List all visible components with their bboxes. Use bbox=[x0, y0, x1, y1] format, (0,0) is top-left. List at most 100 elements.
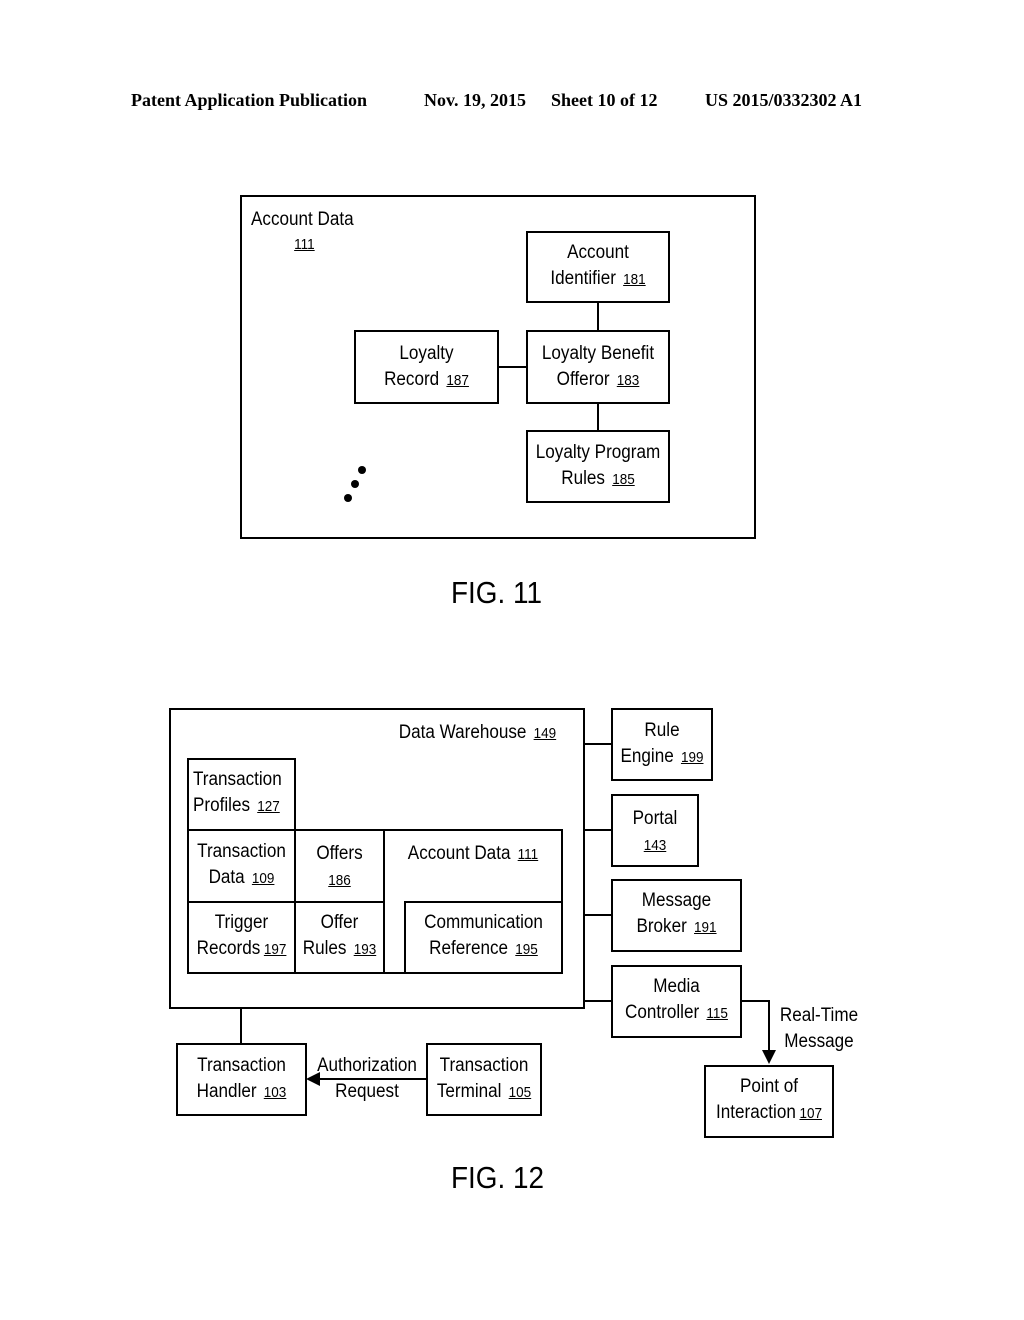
label-line: Point of bbox=[740, 1076, 798, 1097]
fig11-container-title: Account Data bbox=[251, 207, 354, 233]
ref-number: 103 bbox=[263, 1084, 287, 1101]
fig12-caption: FIG. 12 bbox=[451, 1160, 545, 1195]
ellipsis-dot bbox=[344, 494, 352, 502]
arrow-down-icon bbox=[762, 1050, 776, 1064]
fig11-container-ref: 111 bbox=[294, 231, 315, 258]
ref-number: 109 bbox=[251, 870, 275, 887]
offers-label: Offers 186 bbox=[299, 841, 381, 894]
label-line: Rules bbox=[561, 468, 605, 489]
ref-number: 195 bbox=[515, 941, 538, 958]
transaction-data-label: Transaction Data 109 bbox=[192, 839, 290, 892]
label-line: Authorization bbox=[317, 1055, 417, 1076]
loyalty-record-label: Loyalty Record 187 bbox=[361, 341, 492, 394]
offer-rules-label: Offer Rules 193 bbox=[299, 910, 381, 963]
connector-line bbox=[597, 302, 599, 332]
connector-line bbox=[240, 1008, 242, 1044]
transaction-terminal-label: Transaction Terminal 105 bbox=[432, 1053, 536, 1106]
label-line: Loyalty Benefit bbox=[541, 343, 655, 364]
connector-line bbox=[583, 914, 612, 916]
ref-number: 197 bbox=[263, 941, 287, 958]
ref-number: 185 bbox=[612, 471, 635, 488]
label-line: Message bbox=[641, 890, 712, 911]
label-line: Account Data bbox=[407, 843, 511, 864]
authorization-request-label: Authorization Request bbox=[314, 1053, 420, 1105]
ref-number: 143 bbox=[643, 837, 667, 854]
connector-line bbox=[497, 366, 527, 368]
label-line: Offeror bbox=[556, 369, 610, 390]
fig11-caption: FIG. 11 bbox=[451, 575, 542, 610]
label-line: Loyalty bbox=[399, 343, 454, 364]
label-line: Identifier bbox=[550, 268, 616, 289]
connector-line bbox=[583, 743, 612, 745]
label-line: Engine bbox=[620, 746, 674, 767]
label-line: Terminal bbox=[436, 1081, 502, 1102]
label-line: Loyalty Program bbox=[535, 442, 661, 463]
ref-number: 127 bbox=[257, 798, 280, 815]
media-controller-label: Media Controller 115 bbox=[618, 974, 736, 1027]
connector-line bbox=[583, 829, 612, 831]
message-broker-label: Message Broker 191 bbox=[618, 888, 736, 941]
ref-number: 107 bbox=[799, 1105, 822, 1122]
patent-number: US 2015/0332302 A1 bbox=[705, 90, 863, 110]
label-line: Account bbox=[567, 242, 629, 263]
label-line: Media bbox=[653, 976, 700, 997]
account-identifier-label: Account Identifier 181 bbox=[533, 240, 663, 293]
label-line: Controller bbox=[625, 1002, 700, 1023]
transaction-profiles-label: Transaction Profiles 127 bbox=[193, 767, 282, 820]
portal-label: Portal 143 bbox=[615, 806, 694, 859]
account-data-label: Account Data 111 bbox=[392, 841, 554, 868]
connector-line bbox=[741, 1000, 770, 1002]
label-line: Offer bbox=[320, 912, 359, 933]
data-warehouse-label: Data Warehouse 149 bbox=[399, 720, 556, 747]
ref-number: 193 bbox=[353, 941, 377, 958]
label-line: Portal bbox=[632, 808, 678, 829]
ref-number: 105 bbox=[508, 1084, 532, 1101]
label-line: Communication bbox=[424, 912, 543, 933]
label-line: Data bbox=[208, 867, 245, 888]
ref-number: 181 bbox=[623, 271, 646, 288]
ref-number: 187 bbox=[446, 372, 469, 389]
label-line: Transaction bbox=[439, 1055, 529, 1076]
ref-number: 149 bbox=[533, 725, 557, 742]
loyalty-benefit-offeror-label: Loyalty Benefit Offeror 183 bbox=[533, 341, 663, 394]
label-line: Request bbox=[335, 1081, 399, 1102]
label-line: Transaction bbox=[197, 841, 286, 862]
trigger-records-label: Trigger Records 197 bbox=[192, 910, 290, 963]
connector-line bbox=[768, 1000, 770, 1052]
ref-number: 111 bbox=[517, 846, 539, 863]
ref-number: 183 bbox=[616, 372, 640, 389]
ref-number: 199 bbox=[680, 749, 704, 766]
ref-number: 115 bbox=[706, 1005, 728, 1022]
label-line: Handler bbox=[196, 1081, 257, 1102]
ref-number: 111 bbox=[294, 236, 315, 253]
label-line: Records bbox=[196, 938, 261, 959]
label-line: Rule bbox=[644, 720, 680, 741]
ellipsis-dot bbox=[358, 466, 366, 474]
publication-label: Patent Application Publication bbox=[131, 90, 368, 110]
communication-reference-label: Communication Reference 195 bbox=[412, 910, 555, 963]
sheet-number: Sheet 10 of 12 bbox=[551, 90, 658, 110]
label-line: Real-Time bbox=[779, 1005, 859, 1026]
ellipsis-dot bbox=[351, 480, 359, 488]
connector-line bbox=[583, 1000, 612, 1002]
ref-number: 186 bbox=[328, 872, 351, 889]
label-line: Rules bbox=[302, 938, 347, 959]
point-of-interaction-label: Point of Interaction 107 bbox=[711, 1074, 828, 1127]
label-line: Transaction bbox=[197, 1055, 286, 1076]
label-line: Transaction bbox=[193, 769, 282, 790]
label-line: Data Warehouse bbox=[398, 722, 527, 743]
rule-engine-label: Rule Engine 199 bbox=[616, 718, 708, 771]
label-line: Reference bbox=[429, 938, 509, 959]
publication-date: Nov. 19, 2015 bbox=[424, 90, 527, 110]
label-line: Interaction bbox=[715, 1102, 796, 1123]
label-line: Trigger bbox=[214, 912, 269, 933]
transaction-handler-label: Transaction Handler 103 bbox=[183, 1053, 301, 1106]
label-line: Profiles bbox=[193, 795, 251, 816]
fig11-container-title-text: Account Data bbox=[251, 209, 354, 230]
real-time-message-label: Real-Time Message bbox=[775, 1003, 863, 1055]
label-line: Record bbox=[384, 369, 440, 390]
loyalty-program-rules-label: Loyalty Program Rules 185 bbox=[533, 440, 663, 493]
label-line: Offers bbox=[316, 843, 363, 864]
label-line: Broker bbox=[636, 916, 687, 937]
ref-number: 191 bbox=[694, 919, 717, 936]
